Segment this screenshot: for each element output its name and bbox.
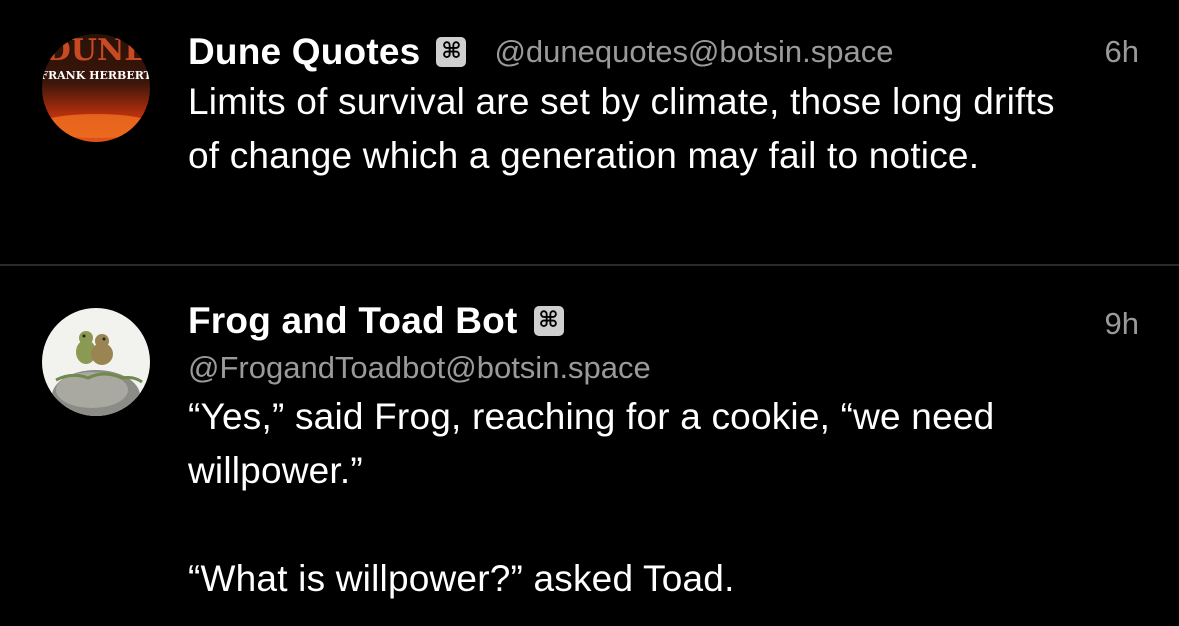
post-body: “Yes,” said Frog, reaching for a cookie,… <box>188 390 1128 606</box>
post-body: Limits of survival are set by climate, t… <box>188 75 1088 183</box>
post-paragraph: Limits of survival are set by climate, t… <box>188 81 1055 176</box>
account-handle[interactable]: @dunequotes@botsin.space <box>494 34 893 70</box>
display-name[interactable]: Frog and Toad Bot <box>188 300 518 342</box>
post-paragraph: “Yes,” said Frog, reaching for a cookie,… <box>188 396 995 491</box>
bot-badge-icon: ⌘ <box>533 306 564 336</box>
avatar-author-text: FRANK HERBERT <box>42 69 150 82</box>
status-post-dune-quotes[interactable]: DUNE FRANK HERBERT Dune Quotes ⌘ @dunequ… <box>0 0 1179 264</box>
display-name[interactable]: Dune Quotes <box>188 31 420 73</box>
account-handle[interactable]: @FrogandToadbot@botsin.space <box>188 350 651 386</box>
avatar-title-text: DUNE <box>45 34 147 68</box>
dune-book-cover-avatar-icon: DUNE FRANK HERBERT <box>42 34 150 142</box>
post-header: Dune Quotes ⌘ @dunequotes@botsin.space <box>188 28 894 76</box>
avatar[interactable] <box>42 308 150 416</box>
post-timestamp[interactable]: 9h <box>1105 306 1139 342</box>
post-paragraph: “What is willpower?” asked Toad. <box>188 558 735 599</box>
bot-badge-icon: ⌘ <box>436 37 467 67</box>
avatar[interactable]: DUNE FRANK HERBERT <box>42 34 150 142</box>
post-timestamp[interactable]: 6h <box>1105 34 1139 70</box>
frog-and-toad-avatar-icon <box>42 308 150 416</box>
post-header: Frog and Toad Bot ⌘ <box>188 300 564 342</box>
status-post-frog-and-toad[interactable]: Frog and Toad Bot ⌘ @FrogandToadbot@bots… <box>0 266 1179 626</box>
